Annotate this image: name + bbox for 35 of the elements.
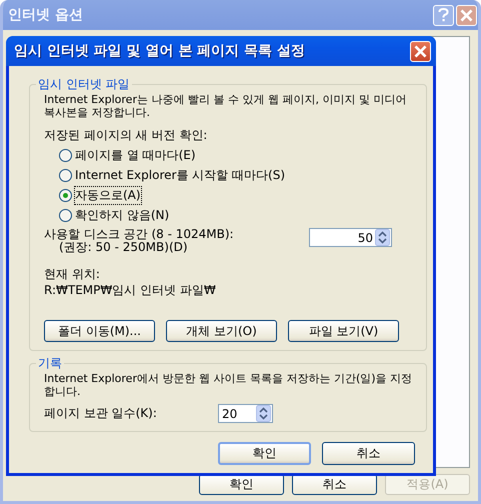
- number-input[interactable]: 50: [313, 230, 375, 244]
- spinner-arrows-icon[interactable]: [375, 229, 390, 246]
- dialog-title: 임시 인터넷 파일 및 열어 본 페이지 목록 설정: [14, 42, 306, 60]
- description-text: Internet Explorer에서 방문한 웹 사이트 목록을 저장하는 기간(일)을 지정합니다.: [44, 372, 414, 398]
- dialog-button[interactable]: 파일 보기(V): [288, 320, 399, 342]
- number-field[interactable]: 20: [218, 404, 273, 423]
- field-label: 현재 위치:: [44, 266, 101, 282]
- dialog-button[interactable]: 폴더 이동(M)...: [44, 320, 155, 342]
- radio-button[interactable]: [59, 189, 72, 202]
- dialog-button[interactable]: 개체 보기(O): [166, 320, 277, 342]
- field-label: (권장: 50 - 250MB)(D): [58, 241, 189, 254]
- dialog-button[interactable]: 확인: [199, 474, 284, 495]
- group-title: 기록: [37, 355, 63, 372]
- spinner-arrows-icon[interactable]: [256, 405, 271, 422]
- group-title: 임시 인터넷 파일: [37, 76, 131, 93]
- dialog-button[interactable]: 취소: [322, 442, 415, 465]
- dialog-button[interactable]: 확인: [218, 442, 311, 465]
- number-field[interactable]: 50: [309, 228, 392, 247]
- radio-label[interactable]: 페이지를 열 때마다(E): [75, 147, 196, 164]
- field-label: 페이지 보관 일수(K):: [44, 405, 158, 422]
- radio-label[interactable]: 자동으로(A): [75, 187, 141, 204]
- close-button[interactable]: [410, 40, 431, 62]
- radio-button[interactable]: [59, 209, 72, 222]
- radio-button[interactable]: [59, 149, 72, 162]
- number-input[interactable]: 20: [222, 406, 256, 420]
- field-label: 사용할 디스크 공간 (8 - 1024MB):: [44, 228, 234, 241]
- radio-label[interactable]: 확인하지 않음(N): [75, 207, 170, 224]
- radio-label[interactable]: Internet Explorer를 시작할 때마다(S): [75, 167, 286, 184]
- description-text: Internet Explorer는 나중에 빨리 볼 수 있게 웹 페이지, 이미지 및 미디어 복사본을 저장합니다.: [44, 93, 408, 119]
- radio-button[interactable]: [59, 169, 72, 182]
- window-title: 인터넷 옵션: [8, 6, 84, 24]
- question-mark-icon: [438, 8, 449, 22]
- dialog-button[interactable]: 취소: [292, 474, 377, 495]
- folder-path: R:₩TEMP₩임시 인터넷 파일₩: [44, 282, 217, 298]
- field-label: 저장된 페이지의 새 버전 확인:: [44, 127, 208, 144]
